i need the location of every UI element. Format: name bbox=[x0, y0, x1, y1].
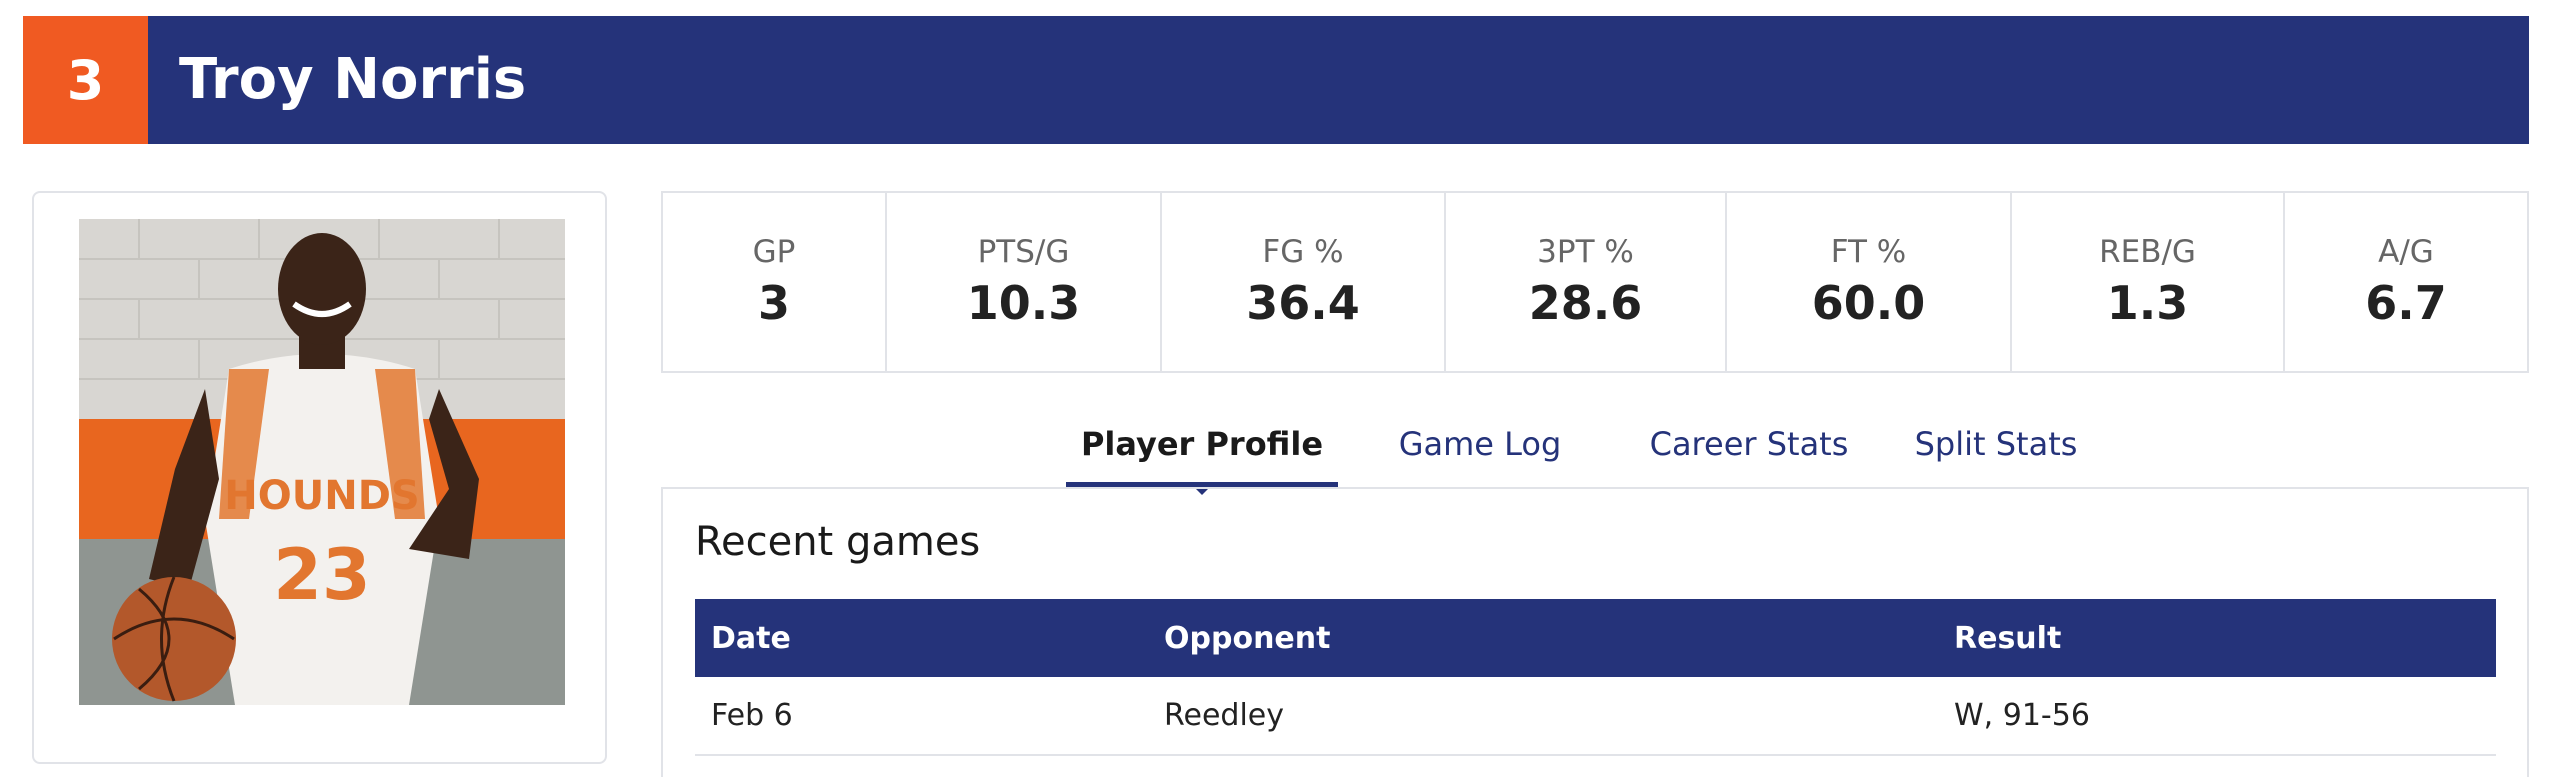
stat-value: 3 bbox=[757, 276, 790, 330]
stat-label: GP bbox=[752, 234, 796, 270]
stat-value: 60.0 bbox=[1811, 276, 1926, 330]
stat-label: 3PT % bbox=[1537, 234, 1634, 270]
table-row: Feb 6 Reedley W, 91-56 bbox=[695, 677, 2496, 756]
game-opponent: Reedley bbox=[1148, 677, 1938, 756]
svg-text:HOUNDS: HOUNDS bbox=[224, 473, 419, 519]
stat-value: 6.7 bbox=[2365, 276, 2447, 330]
player-name: Troy Norris bbox=[179, 47, 527, 112]
stat-fg-pct: FG % 36.4 bbox=[1160, 193, 1444, 371]
stat-reb-per-game: REB/G 1.3 bbox=[2010, 193, 2283, 371]
column-header-opponent: Opponent bbox=[1148, 599, 1938, 677]
recent-games-title: Recent games bbox=[695, 519, 981, 565]
stat-label: FT % bbox=[1830, 234, 1907, 270]
table-header-row: Date Opponent Result bbox=[695, 599, 2496, 677]
stat-3pt-pct: 3PT % 28.6 bbox=[1444, 193, 1725, 371]
svg-text:23: 23 bbox=[273, 534, 370, 616]
stat-label: REB/G bbox=[2099, 234, 2196, 270]
tab-game-log[interactable]: Game Log bbox=[1338, 406, 1622, 488]
recent-games-table: Date Opponent Result Feb 6 Reedley W, 91… bbox=[695, 599, 2496, 756]
column-header-result: Result bbox=[1938, 599, 2496, 677]
stat-assists-per-game: A/G 6.7 bbox=[2283, 193, 2527, 371]
stat-value: 10.3 bbox=[966, 276, 1081, 330]
stats-bar: GP 3 PTS/G 10.3 FG % 36.4 3PT % 28.6 FT … bbox=[661, 191, 2529, 373]
stat-pts-per-game: PTS/G 10.3 bbox=[885, 193, 1160, 371]
game-result: W, 91-56 bbox=[1938, 677, 2496, 756]
player-photo: HOUNDS 23 bbox=[79, 219, 565, 705]
tab-player-profile[interactable]: Player Profile bbox=[1066, 406, 1338, 495]
stat-ft-pct: FT % 60.0 bbox=[1725, 193, 2010, 371]
stat-label: FG % bbox=[1262, 234, 1344, 270]
jersey-number-badge: 3 bbox=[23, 16, 148, 144]
player-photo-card: HOUNDS 23 bbox=[32, 191, 607, 764]
stat-value: 28.6 bbox=[1528, 276, 1643, 330]
tab-career-stats[interactable]: Career Stats bbox=[1622, 406, 1876, 488]
stat-value: 36.4 bbox=[1246, 276, 1360, 330]
column-header-date: Date bbox=[695, 599, 1148, 677]
game-date: Feb 6 bbox=[695, 677, 1148, 756]
stat-gp: GP 3 bbox=[663, 193, 885, 371]
tab-split-stats[interactable]: Split Stats bbox=[1876, 406, 2116, 488]
recent-games-panel: Recent games Date Opponent Result Feb 6 … bbox=[661, 487, 2529, 777]
profile-tabs: Player Profile Game Log Career Stats Spl… bbox=[1066, 406, 2116, 495]
player-header: 3 Troy Norris bbox=[23, 16, 2529, 144]
stat-label: PTS/G bbox=[977, 234, 1070, 270]
stat-value: 1.3 bbox=[2106, 276, 2189, 330]
stat-label: A/G bbox=[2378, 234, 2434, 270]
